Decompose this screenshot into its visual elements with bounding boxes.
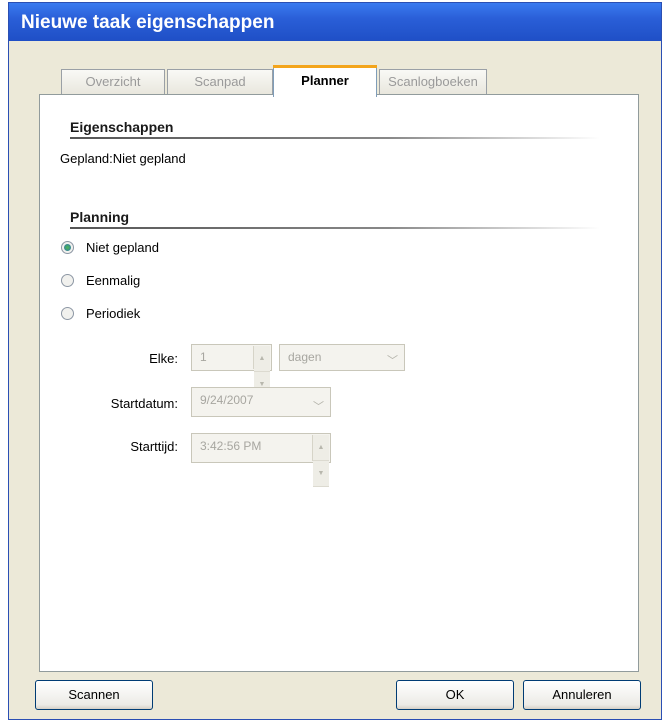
section-title-eigenschappen: Eigenschappen — [70, 119, 174, 135]
every-unit-value: dagen — [288, 350, 322, 364]
radio-niet-gepland[interactable]: Niet gepland — [61, 240, 159, 255]
chevron-down-icon[interactable]: ﹀ — [313, 395, 324, 420]
schedule-status-text: Gepland:Niet gepland — [60, 151, 186, 166]
cancel-button-label: Annuleren — [552, 687, 612, 702]
tab-scanpad[interactable]: Scanpad — [167, 69, 273, 95]
dialog-window: Nieuwe taak eigenschappen Overzicht Scan… — [8, 2, 662, 720]
stepper-buttons[interactable]: ▲ ▼ — [253, 346, 270, 398]
spin-up-icon[interactable]: ▲ — [254, 346, 270, 372]
startdate-label: Startdatum: — [110, 396, 178, 411]
radio-periodiek[interactable]: Periodiek — [61, 306, 140, 321]
window-title: Nieuwe taak eigenschappen — [21, 12, 275, 33]
radio-eenmalig[interactable]: Eenmalig — [61, 273, 140, 288]
spin-up-icon[interactable]: ▲ — [313, 435, 329, 461]
every-label: Elke: — [149, 351, 178, 366]
starttime-label: Starttijd: — [130, 439, 178, 454]
stepper-buttons[interactable]: ▲ ▼ — [312, 435, 329, 487]
ok-button[interactable]: OK — [396, 680, 514, 710]
ok-button-label: OK — [445, 687, 465, 702]
radio-label: Eenmalig — [86, 273, 141, 288]
starttime-value: 3:42:56 PM — [200, 439, 262, 453]
radio-button-icon[interactable] — [61, 274, 74, 287]
radio-label: Periodiek — [86, 306, 141, 321]
tab-planner[interactable]: Planner — [273, 65, 377, 97]
title-bar[interactable]: Nieuwe taak eigenschappen — [9, 3, 661, 41]
startdate-picker[interactable]: 9/24/2007 ﹀ — [191, 387, 331, 417]
scan-button[interactable]: Scannen — [35, 680, 153, 710]
tab-scanlogboeken[interactable]: Scanlogboeken — [379, 69, 487, 95]
radio-button-icon[interactable] — [61, 241, 74, 254]
radio-button-icon[interactable] — [61, 307, 74, 320]
tab-panel-planner: Eigenschappen Gepland:Niet gepland Plann… — [39, 94, 639, 672]
section-divider — [70, 227, 600, 229]
scan-button-label: Scannen — [68, 687, 120, 702]
section-divider — [70, 137, 600, 139]
tab-overzicht[interactable]: Overzicht — [61, 69, 165, 95]
every-value: 1 — [200, 350, 207, 364]
section-title-planning: Planning — [70, 209, 130, 225]
every-unit-dropdown[interactable]: dagen ﹀ — [279, 344, 405, 371]
chevron-down-icon[interactable]: ﹀ — [387, 349, 398, 374]
cancel-button[interactable]: Annuleren — [523, 680, 641, 710]
radio-label: Niet gepland — [86, 240, 159, 255]
startdate-value: 9/24/2007 — [200, 393, 254, 407]
starttime-stepper[interactable]: 3:42:56 PM ▲ ▼ — [191, 433, 331, 487]
spin-down-icon[interactable]: ▼ — [313, 461, 329, 487]
every-value-stepper[interactable]: 1 ▲ ▼ — [191, 344, 272, 398]
